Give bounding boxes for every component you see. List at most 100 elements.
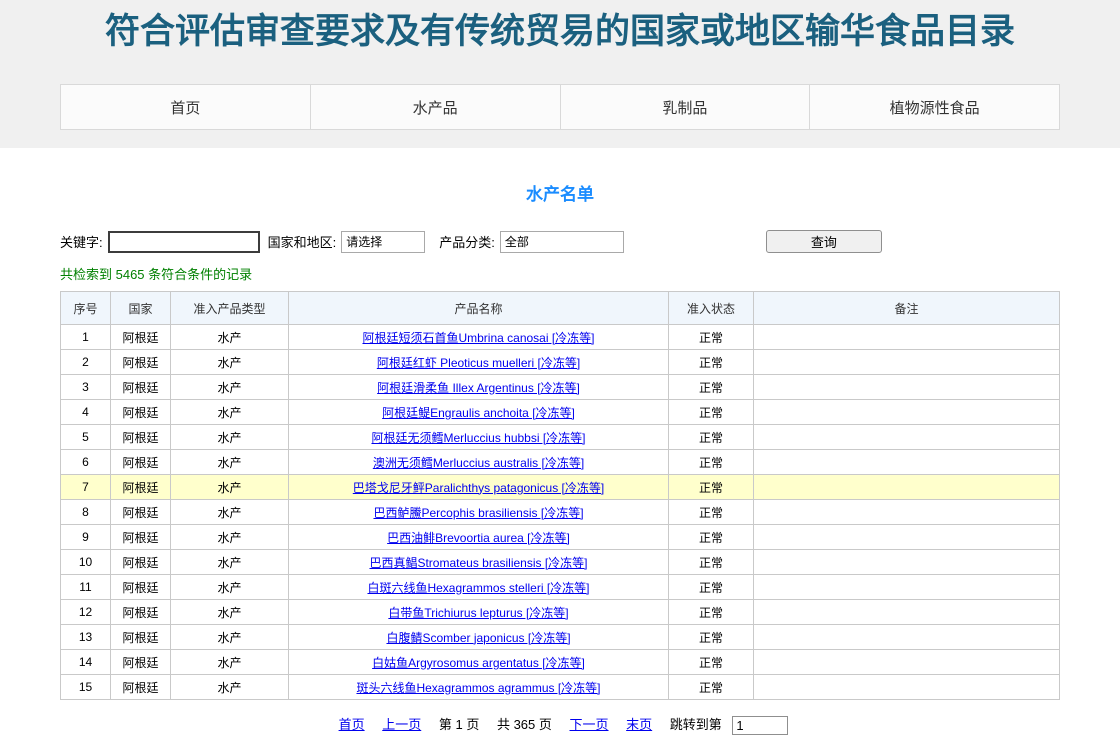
nav-item-plant-foods[interactable]: 植物源性食品 [809, 85, 1059, 129]
product-link[interactable]: 白姑鱼Argyrosomus argentatus [冷冻等] [372, 656, 585, 670]
keyword-input[interactable] [108, 231, 260, 253]
cell-remark [754, 550, 1060, 575]
cell-product-type: 水产 [171, 675, 289, 700]
cell-product-type: 水产 [171, 525, 289, 550]
cell-product-name: 阿根廷滑柔鱼 Illex Argentinus [冷冻等] [289, 375, 669, 400]
cell-country: 阿根廷 [111, 450, 171, 475]
cell-product-type: 水产 [171, 600, 289, 625]
table-header: 序号 国家 准入产品类型 产品名称 准入状态 备注 [61, 292, 1060, 325]
cell-product-name: 阿根廷短须石首鱼Umbrina canosai [冷冻等] [289, 325, 669, 350]
table-row: 7 阿根廷 水产 巴塔戈尼牙鲆Paralichthys patagonicus … [61, 475, 1060, 500]
cell-serial-number: 5 [61, 425, 111, 450]
product-link[interactable]: 阿根廷红虾 Pleoticus muelleri [冷冻等] [377, 356, 580, 370]
cell-serial-number: 11 [61, 575, 111, 600]
category-input[interactable] [500, 231, 624, 253]
pagination: 首页 上一页 第 1 页 共 365 页 下一页 末页 跳转到第 [0, 714, 1120, 735]
table-row: 6 阿根廷 水产 澳洲无须鳕Merluccius australis [冷冻等]… [61, 450, 1060, 475]
header-band: 符合评估审查要求及有传统贸易的国家或地区输华食品目录 首页 水产品 乳制品 植物… [0, 0, 1120, 148]
keyword-label: 关键字: [60, 232, 103, 251]
cell-serial-number: 10 [61, 550, 111, 575]
header-product-name: 产品名称 [289, 292, 669, 325]
cell-serial-number: 3 [61, 375, 111, 400]
product-link[interactable]: 阿根廷鳀Engraulis anchoita [冷冻等] [382, 406, 575, 420]
cell-product-type: 水产 [171, 325, 289, 350]
table-row: 13 阿根廷 水产 白腹鲭Scomber japonicus [冷冻等] 正常 [61, 625, 1060, 650]
total-pages-text: 共 365 页 [497, 717, 552, 732]
product-link[interactable]: 巴西鲈鰧Percophis brasiliensis [冷冻等] [373, 506, 583, 520]
product-link[interactable]: 巴塔戈尼牙鲆Paralichthys patagonicus [冷冻等] [353, 481, 604, 495]
product-link[interactable]: 白带鱼Trichiurus lepturus [冷冻等] [388, 606, 568, 620]
product-link[interactable]: 斑头六线鱼Hexagrammos agrammus [冷冻等] [356, 681, 600, 695]
cell-remark [754, 375, 1060, 400]
cell-remark [754, 675, 1060, 700]
cell-product-type: 水产 [171, 375, 289, 400]
product-link[interactable]: 白腹鲭Scomber japonicus [冷冻等] [386, 631, 570, 645]
table-row: 14 阿根廷 水产 白姑鱼Argyrosomus argentatus [冷冻等… [61, 650, 1060, 675]
nav-item-dairy-products[interactable]: 乳制品 [560, 85, 810, 129]
product-link[interactable]: 澳洲无须鳕Merluccius australis [冷冻等] [373, 456, 584, 470]
cell-product-type: 水产 [171, 500, 289, 525]
header-access-status: 准入状态 [669, 292, 754, 325]
cell-product-name: 澳洲无须鳕Merluccius australis [冷冻等] [289, 450, 669, 475]
next-page-link[interactable]: 下一页 [570, 717, 609, 732]
product-link[interactable]: 阿根廷滑柔鱼 Illex Argentinus [冷冻等] [377, 381, 580, 395]
prev-page-link[interactable]: 上一页 [382, 717, 421, 732]
cell-product-name: 白姑鱼Argyrosomus argentatus [冷冻等] [289, 650, 669, 675]
cell-remark [754, 575, 1060, 600]
cell-country: 阿根廷 [111, 325, 171, 350]
header-serial-number: 序号 [61, 292, 111, 325]
current-page-text: 第 1 页 [439, 717, 479, 732]
first-page-link[interactable]: 首页 [339, 717, 365, 732]
header-country: 国家 [111, 292, 171, 325]
cell-remark [754, 450, 1060, 475]
cell-access-status: 正常 [669, 350, 754, 375]
cell-country: 阿根廷 [111, 525, 171, 550]
cell-product-type: 水产 [171, 575, 289, 600]
product-link[interactable]: 白斑六线鱼Hexagrammos stelleri [冷冻等] [367, 581, 589, 595]
cell-access-status: 正常 [669, 550, 754, 575]
cell-product-name: 巴塔戈尼牙鲆Paralichthys patagonicus [冷冻等] [289, 475, 669, 500]
cell-serial-number: 1 [61, 325, 111, 350]
cell-product-name: 白带鱼Trichiurus lepturus [冷冻等] [289, 600, 669, 625]
cell-access-status: 正常 [669, 325, 754, 350]
cell-serial-number: 14 [61, 650, 111, 675]
cell-product-name: 斑头六线鱼Hexagrammos agrammus [冷冻等] [289, 675, 669, 700]
cell-product-type: 水产 [171, 425, 289, 450]
cell-product-name: 阿根廷无须鳕Merluccius hubbsi [冷冻等] [289, 425, 669, 450]
nav-item-home[interactable]: 首页 [61, 85, 310, 129]
nav-item-aquatic-products[interactable]: 水产品 [310, 85, 560, 129]
products-table: 序号 国家 准入产品类型 产品名称 准入状态 备注 1 阿根廷 水产 阿根廷短须… [60, 291, 1060, 700]
cell-serial-number: 13 [61, 625, 111, 650]
table-row: 4 阿根廷 水产 阿根廷鳀Engraulis anchoita [冷冻等] 正常 [61, 400, 1060, 425]
header-product-type: 准入产品类型 [171, 292, 289, 325]
category-label: 产品分类: [439, 232, 495, 251]
last-page-link[interactable]: 末页 [626, 717, 652, 732]
cell-serial-number: 8 [61, 500, 111, 525]
cell-remark [754, 325, 1060, 350]
country-input[interactable] [341, 231, 425, 253]
cell-remark [754, 350, 1060, 375]
result-count: 共检索到 5465 条符合条件的记录 [60, 264, 1060, 283]
product-link[interactable]: 阿根廷无须鳕Merluccius hubbsi [冷冻等] [371, 431, 585, 445]
table-row: 1 阿根廷 水产 阿根廷短须石首鱼Umbrina canosai [冷冻等] 正… [61, 325, 1060, 350]
cell-access-status: 正常 [669, 425, 754, 450]
cell-product-name: 巴西油鲱Brevoortia aurea [冷冻等] [289, 525, 669, 550]
cell-remark [754, 625, 1060, 650]
product-link[interactable]: 巴西真鲳Stromateus brasiliensis [冷冻等] [369, 556, 587, 570]
cell-product-type: 水产 [171, 625, 289, 650]
cell-remark [754, 475, 1060, 500]
product-link[interactable]: 阿根廷短须石首鱼Umbrina canosai [冷冻等] [362, 331, 594, 345]
cell-country: 阿根廷 [111, 475, 171, 500]
header-remark: 备注 [754, 292, 1060, 325]
cell-product-type: 水产 [171, 450, 289, 475]
product-link[interactable]: 巴西油鲱Brevoortia aurea [冷冻等] [387, 531, 570, 545]
cell-remark [754, 500, 1060, 525]
cell-product-name: 阿根廷鳀Engraulis anchoita [冷冻等] [289, 400, 669, 425]
cell-remark [754, 400, 1060, 425]
nav-item-dairy-products-label: 乳制品 [662, 97, 707, 118]
nav-item-plant-foods-label: 植物源性食品 [890, 97, 980, 118]
query-button[interactable]: 查询 [766, 230, 882, 253]
cell-access-status: 正常 [669, 525, 754, 550]
cell-product-name: 阿根廷红虾 Pleoticus muelleri [冷冻等] [289, 350, 669, 375]
jump-to-page-input[interactable] [732, 716, 788, 735]
